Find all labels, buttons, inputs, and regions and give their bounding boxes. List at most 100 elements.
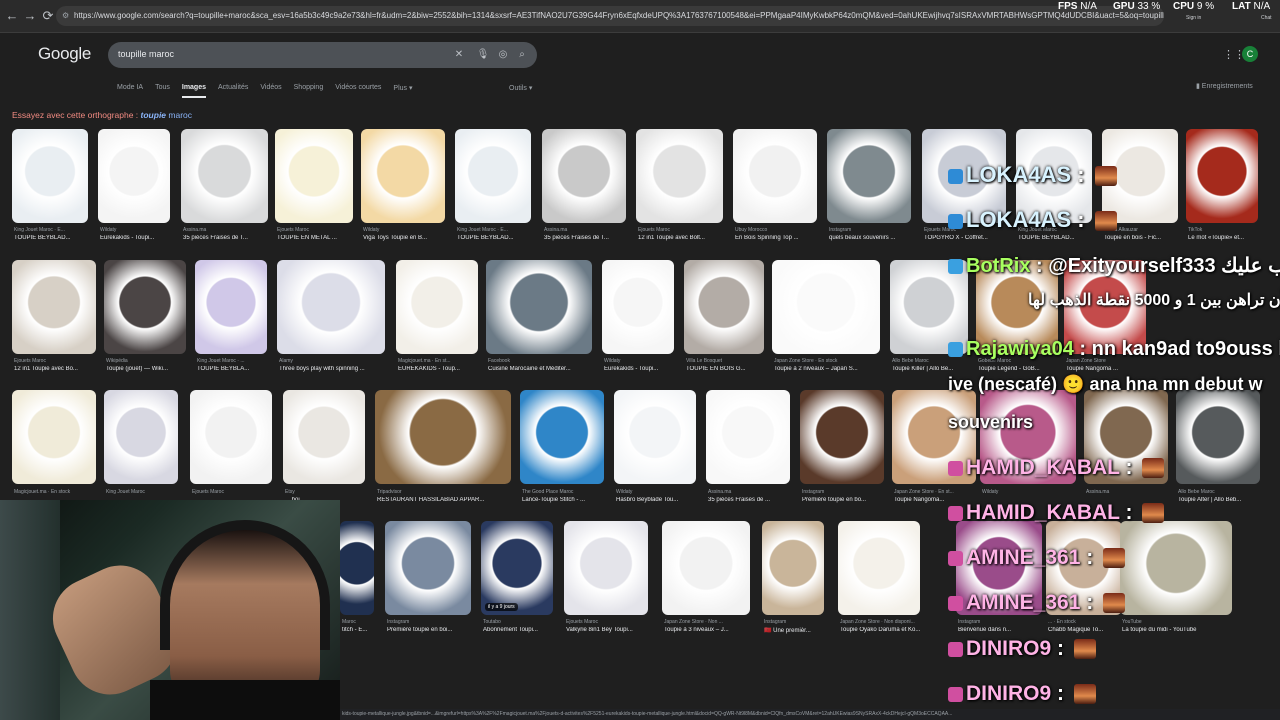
chat-username[interactable]: Rajawiya04 [966, 338, 1074, 360]
result-title[interactable]: Toupie Oyako Daruma et Ko... [840, 627, 922, 633]
image-thumbnail[interactable] [104, 260, 186, 354]
result-title[interactable]: Hasbro Beyblade Tou... [616, 497, 698, 503]
image-thumbnail[interactable] [827, 129, 911, 223]
image-result-card[interactable]: Japan Zone Store · En stock Toupie à 2 ni… [772, 260, 880, 376]
image-result-card[interactable]: Instagram 🇲🇦 Une premièr... [762, 521, 824, 637]
result-title[interactable]: 12 in1 Toupie avec Bo... [14, 366, 98, 372]
image-thumbnail[interactable] [542, 129, 626, 223]
image-thumbnail[interactable] [520, 390, 604, 484]
result-title[interactable]: quels beaux souvenirs ... [829, 235, 913, 241]
image-result-card[interactable]: King Jouet Maroc · ... TOUPIE BEYBLA... [195, 260, 267, 376]
image-thumbnail[interactable] [772, 260, 880, 354]
image-result-card[interactable]: Assina.ma 35 pièces Fraises de T... [542, 129, 626, 245]
image-thumbnail[interactable] [684, 260, 764, 354]
image-result-card[interactable]: Wikipédia Toupie (jouet) — Wiki... [104, 260, 186, 376]
result-title[interactable]: Abonnement Toupi... [483, 627, 555, 633]
image-result-card[interactable]: Maroc titch - É... [340, 521, 374, 637]
image-thumbnail[interactable] [614, 390, 696, 484]
chat-username[interactable]: LOKA4AS [966, 207, 1071, 232]
image-result-card[interactable]: Japan Zone Store · Non disponi... Toupie … [838, 521, 920, 637]
image-result-card[interactable]: Wildaty Viga Toys Toupie en B... [361, 129, 445, 245]
result-title[interactable]: En Bois Spinning Top ... [735, 235, 819, 241]
image-thumbnail[interactable] [375, 390, 511, 484]
image-result-card[interactable]: Assina.ma 35 pièces Fraises de ... [706, 390, 790, 507]
image-thumbnail[interactable] [733, 129, 817, 223]
chat-username[interactable]: DINIRO9 [966, 682, 1051, 705]
image-thumbnail[interactable] [12, 129, 88, 223]
chat-username[interactable]: BotRix [966, 255, 1030, 277]
image-result-card[interactable]: Ejouets Maroc TOUPIE EN MÉTAL ... [275, 129, 353, 245]
image-result-card[interactable]: Ejouets Maroc Valkyrie 8in1 Bey Toupi... [564, 521, 648, 637]
image-thumbnail[interactable] [98, 129, 170, 223]
image-thumbnail[interactable] [602, 260, 674, 354]
image-result-card[interactable]: Instagram Première toupie en bo... [800, 390, 884, 507]
image-thumbnail[interactable] [800, 390, 884, 484]
result-title[interactable]: 35 pièces Fraises de T... [183, 235, 270, 241]
image-thumbnail[interactable] [486, 260, 592, 354]
image-result-card[interactable]: Wildaty Eurekakids - Toupi... [602, 260, 674, 376]
image-result-card[interactable]: The Good Place Maroc Lance-Toupie Stitch … [520, 390, 604, 507]
image-result-card[interactable]: King Jouet Maroc [104, 390, 178, 507]
image-thumbnail[interactable] [195, 260, 267, 354]
image-thumbnail[interactable] [385, 521, 471, 615]
result-title[interactable]: TOUPIE BEYBLAD... [14, 235, 90, 241]
chat-username[interactable]: LOKA4AS [966, 162, 1071, 187]
image-result-card[interactable]: Ejouets Maroc [190, 390, 272, 507]
image-result-card[interactable]: Ejouets Maroc 12 in1 Toupie avec Bo... [12, 260, 96, 376]
result-title[interactable]: Toupie à 3 niveaux – J... [664, 627, 752, 633]
chat-username[interactable]: AMINE_361 [966, 591, 1080, 614]
image-result-card[interactable]: Instagram Première toupie en boi... [385, 521, 471, 637]
result-title[interactable]: EUREKAKIDS - Toup... [398, 366, 480, 372]
image-thumbnail[interactable] [636, 129, 723, 223]
result-title[interactable]: 12 in1 Toupie avec Bolt... [638, 235, 725, 241]
result-title[interactable]: TOUPIE EN MÉTAL ... [277, 235, 355, 241]
result-title[interactable]: 35 pièces Fraises de T... [544, 235, 628, 241]
image-thumbnail[interactable] [662, 521, 750, 615]
image-result-card[interactable]: Magicjouet.ma · En stock [12, 390, 96, 507]
image-thumbnail[interactable] [706, 390, 790, 484]
image-thumbnail[interactable] [104, 390, 178, 484]
image-thumbnail[interactable] [275, 129, 353, 223]
image-thumbnail[interactable] [481, 521, 553, 615]
result-title[interactable]: Première toupie en bo... [802, 497, 886, 503]
result-title[interactable]: Lance-Toupie Stitch - ... [522, 497, 606, 503]
chat-username[interactable]: HAMID_KABAL [966, 456, 1120, 479]
image-result-card[interactable]: Tripadvisor RESTAURANT HASSILABIAD APPAR.… [375, 390, 511, 507]
image-thumbnail[interactable] [340, 521, 374, 615]
image-result-card[interactable]: Wildaty Hasbro Beyblade Tou... [614, 390, 696, 507]
result-title[interactable]: Toupie (jouet) — Wiki... [106, 366, 188, 372]
image-result-card[interactable]: Instagram quels beaux souvenirs ... [827, 129, 911, 245]
result-title[interactable]: Three boys play with spinning ... [279, 366, 387, 372]
image-result-card[interactable]: Toutabo Abonnement Toupi... [481, 521, 553, 637]
image-thumbnail[interactable] [283, 390, 365, 484]
image-thumbnail[interactable] [455, 129, 531, 223]
result-title[interactable]: Eurekakids - Toupi... [604, 366, 676, 372]
image-result-card[interactable]: Ubuy Morocco En Bois Spinning Top ... [733, 129, 817, 245]
result-title[interactable]: Valkyrie 8in1 Bey Toupi... [566, 627, 650, 633]
result-title[interactable]: RESTAURANT HASSILABIAD APPAR... [377, 497, 513, 503]
result-title[interactable]: Viga Toys Toupie en B... [363, 235, 447, 241]
result-title[interactable]: Toupie à 2 niveaux – Japan S... [774, 366, 882, 372]
result-title[interactable]: titch - É... [342, 627, 376, 633]
image-result-card[interactable]: Assina.ma 35 pièces Fraises de T... [181, 129, 268, 245]
image-result-card[interactable]: King Jouet Maroc · E... TOUPIE BEYBLAD... [12, 129, 88, 245]
result-title[interactable]: TOUPIE EN BOIS G... [686, 366, 766, 372]
result-title[interactable]: Eurekakids - Toupi... [100, 235, 172, 241]
image-thumbnail[interactable] [277, 260, 385, 354]
result-title[interactable]: 🇲🇦 Une premièr... [764, 627, 826, 634]
result-title[interactable]: TOUPIE BEYBLA... [197, 366, 269, 372]
image-result-card[interactable]: Villa Le Bosquet TOUPIE EN BOIS G... [684, 260, 764, 376]
result-title[interactable]: 35 pièces Fraises de ... [708, 497, 792, 503]
image-thumbnail[interactable] [564, 521, 648, 615]
result-title[interactable]: TOUPIE BEYBLAD... [457, 235, 533, 241]
chat-username[interactable]: AMINE_361 [966, 546, 1080, 569]
image-result-card[interactable]: Etsy... boi... [283, 390, 365, 507]
image-result-card[interactable]: King Jouet Maroc · E... TOUPIE BEYBLAD... [455, 129, 531, 245]
image-thumbnail[interactable] [838, 521, 920, 615]
image-result-card[interactable]: Alamy Three boys play with spinning ... [277, 260, 385, 376]
image-result-card[interactable]: Ejouets Maroc 12 in1 Toupie avec Bolt... [636, 129, 723, 245]
chat-username[interactable]: HAMID_KABAL [966, 501, 1120, 524]
image-result-card[interactable]: Japan Zone Store · Non ... Toupie à 3 niv… [662, 521, 750, 637]
image-thumbnail[interactable] [396, 260, 478, 354]
image-thumbnail[interactable] [361, 129, 445, 223]
